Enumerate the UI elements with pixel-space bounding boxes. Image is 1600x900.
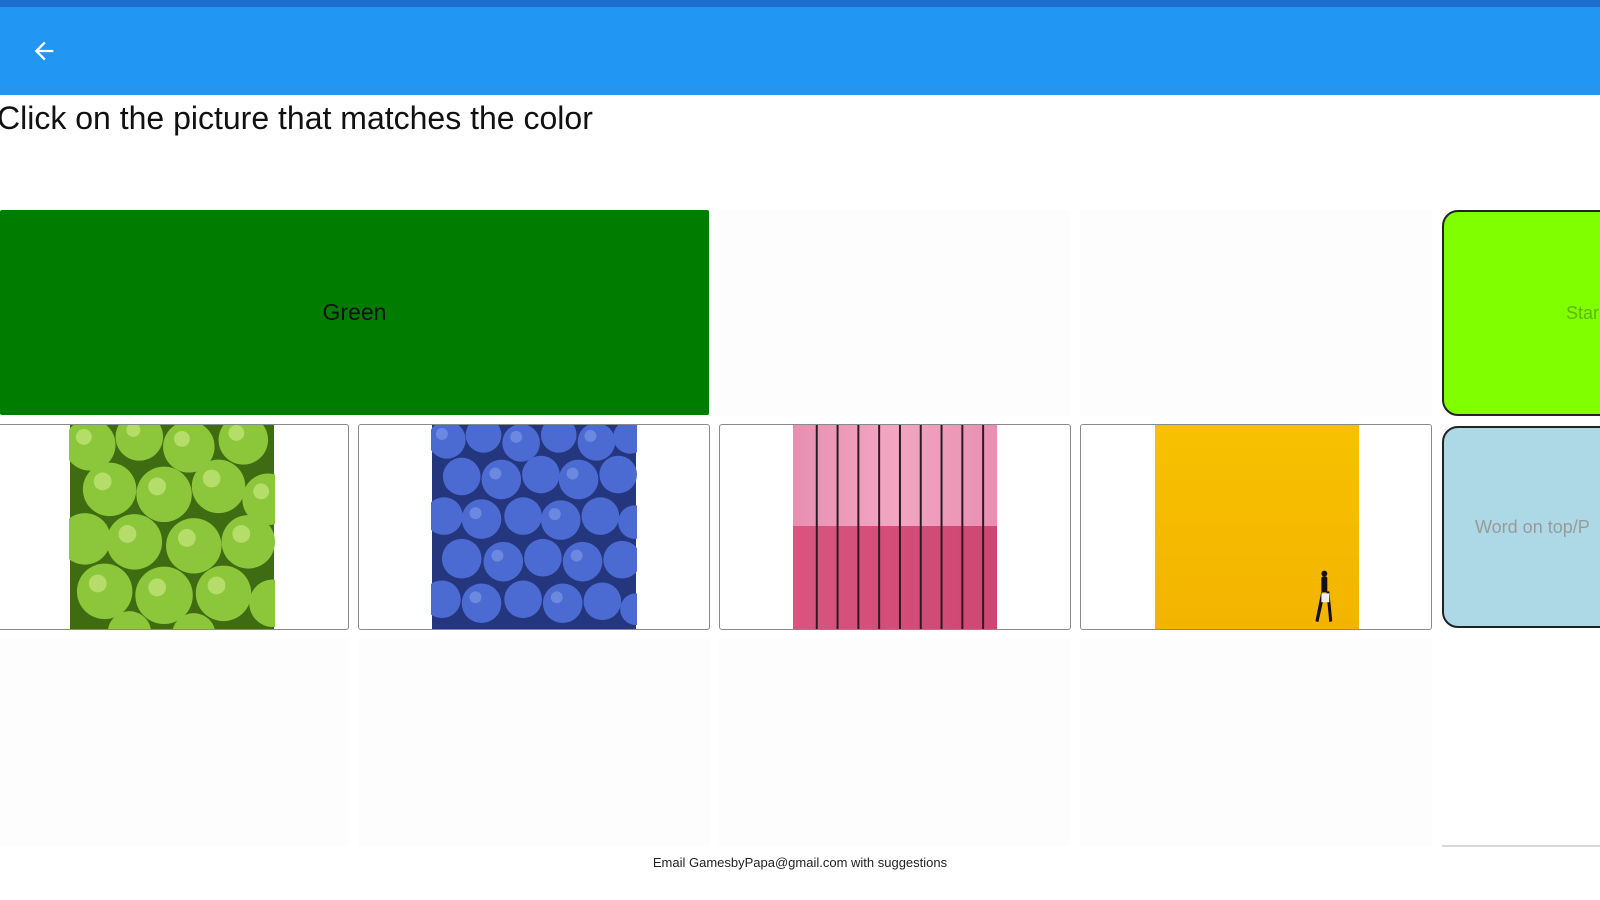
yellow-wall-with-walker-photo bbox=[1155, 425, 1359, 629]
status-strip bbox=[0, 0, 1600, 7]
word-on-top-label: Word on top/P bbox=[1475, 516, 1590, 537]
word-on-top-button[interactable]: Word on top/P bbox=[1442, 426, 1600, 628]
back-button[interactable] bbox=[22, 29, 66, 73]
picture-option-yellow-wall[interactable] bbox=[1080, 424, 1432, 630]
start-button-label: Star bbox=[1566, 302, 1600, 323]
divider bbox=[1442, 845, 1600, 847]
blueberries-photo bbox=[431, 425, 637, 629]
empty-cell bbox=[358, 638, 710, 846]
app-bar bbox=[0, 7, 1600, 95]
empty-cell bbox=[719, 638, 1071, 846]
empty-cell bbox=[0, 638, 349, 846]
picture-option-blueberries[interactable] bbox=[358, 424, 710, 630]
green-apples-photo bbox=[69, 425, 275, 629]
instruction-text: Click on the picture that matches the co… bbox=[0, 100, 593, 136]
footer-text: Email GamesbyPapa@gmail.com with suggest… bbox=[652, 855, 948, 870]
picture-option-pink-wall[interactable] bbox=[719, 424, 1071, 630]
target-color-tile: Green bbox=[0, 210, 709, 415]
empty-cell bbox=[1080, 210, 1432, 416]
empty-cell bbox=[719, 210, 1071, 416]
start-button[interactable]: Star bbox=[1442, 210, 1600, 416]
arrow-left-icon bbox=[34, 41, 54, 61]
target-color-label: Green bbox=[322, 299, 387, 325]
pink-striped-wall-photo bbox=[793, 425, 997, 629]
picture-option-green-apples[interactable] bbox=[0, 424, 349, 630]
empty-cell bbox=[1080, 638, 1432, 846]
